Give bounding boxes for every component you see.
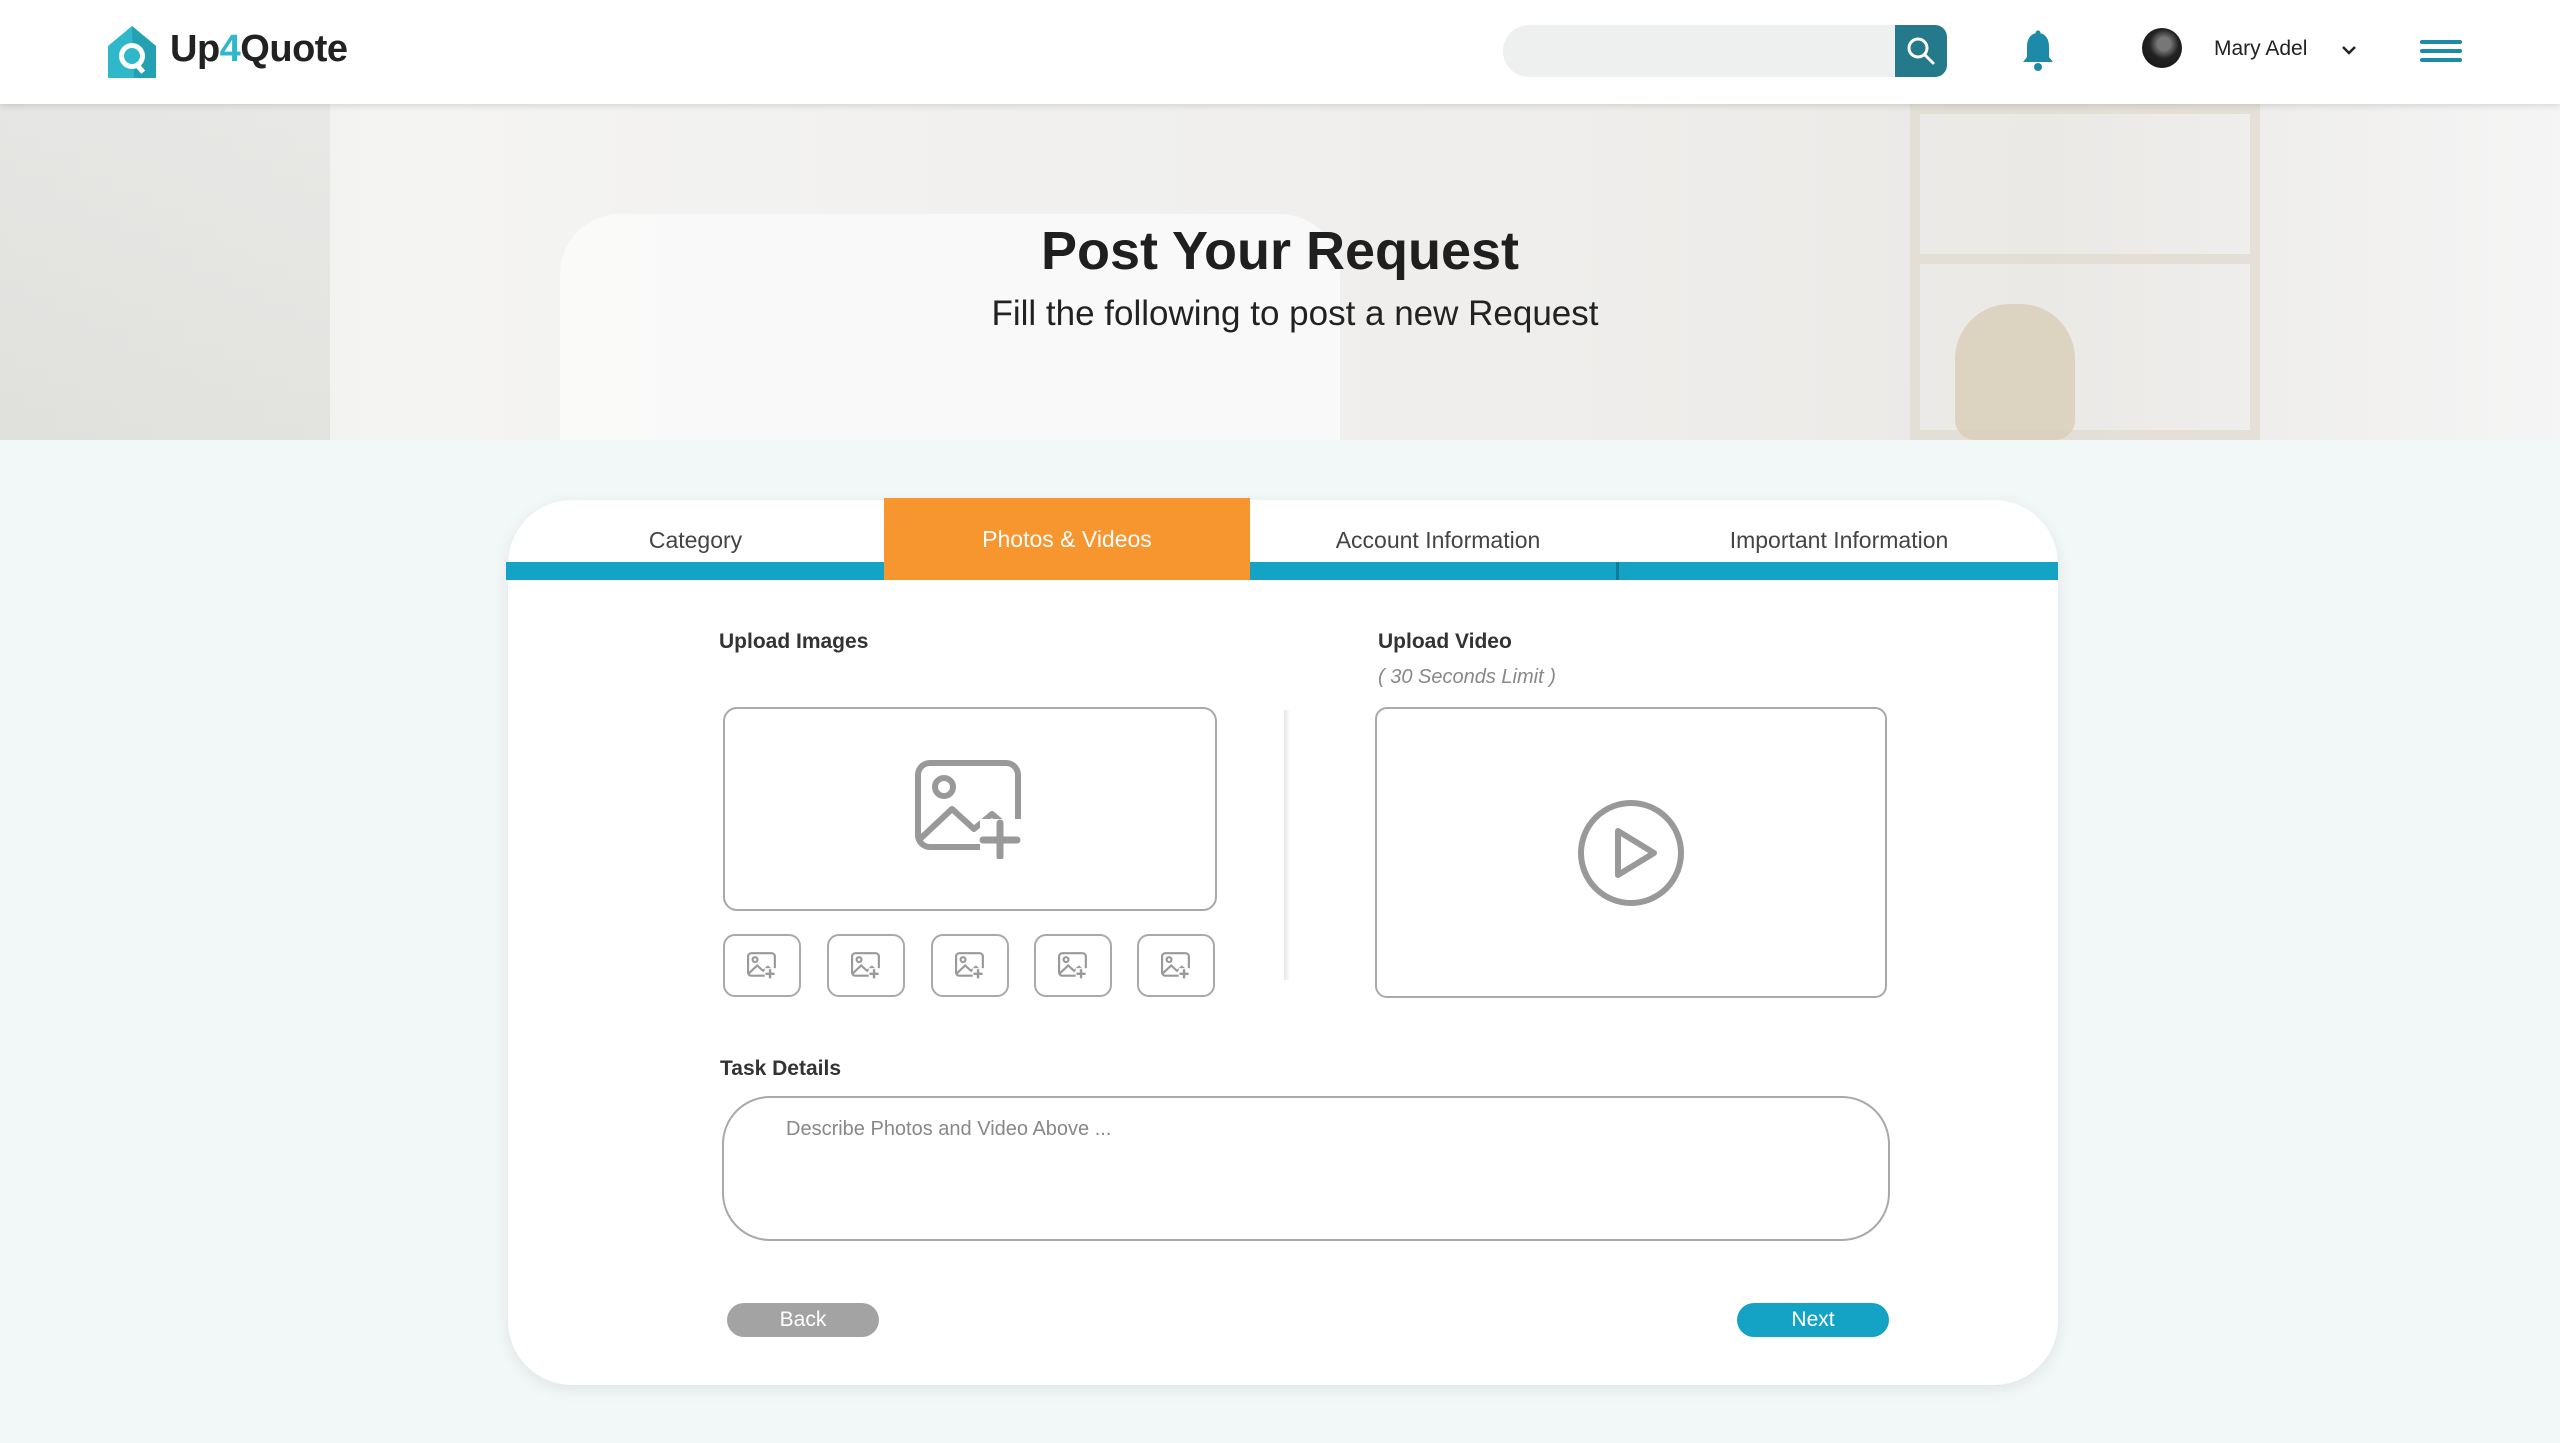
search-button[interactable] [1895,25,1947,77]
image-add-icon [915,760,1026,859]
upload-images-label: Upload Images [719,630,869,653]
search-bar [1503,25,1947,77]
tab-account-information[interactable]: Account Information [1250,500,1626,580]
video-limit-hint: ( 30 Seconds Limit ) [1378,666,1556,688]
hero-banner: Post Your Request Fill the following to … [0,104,2560,440]
image-add-icon [851,952,881,979]
page-title: Post Your Request [1040,221,1520,281]
image-add-icon [1161,952,1191,979]
column-divider [1284,710,1290,980]
request-form-card: Category Photos & Videos Account Informa… [506,498,2058,1385]
page-subtitle: Fill the following to post a new Request [991,294,1599,333]
search-input[interactable] [1503,25,1895,77]
image-thumb-slot[interactable] [1137,934,1215,997]
tab-photos-videos[interactable]: Photos & Videos [884,498,1250,580]
logo-text: Up4Quote [170,28,348,70]
image-thumb-slot[interactable] [931,934,1009,997]
image-add-icon [955,952,985,979]
image-add-icon [747,952,777,979]
task-details-input[interactable] [722,1096,1890,1241]
tab-category[interactable]: Category [508,500,883,580]
back-button[interactable]: Back [727,1303,879,1337]
wizard-tabs: Category Photos & Videos Account Informa… [506,498,2058,580]
logo[interactable]: Up4Quote [104,22,364,82]
image-add-icon [1058,952,1088,979]
task-details-label: Task Details [720,1057,842,1080]
next-button[interactable]: Next [1737,1303,1889,1337]
chevron-down-icon[interactable] [2340,44,2358,56]
avatar[interactable] [2142,28,2182,68]
upload-video-dropzone[interactable] [1375,707,1887,998]
hamburger-menu-icon[interactable] [2420,40,2462,64]
search-icon [1907,37,1935,65]
image-thumb-slot[interactable] [1034,934,1112,997]
upload-image-dropzone[interactable] [723,707,1217,911]
image-thumb-slot[interactable] [723,934,801,997]
logo-house-icon [108,26,156,78]
play-icon [1578,799,1684,906]
top-navbar: Up4Quote Mary Adel [0,0,2560,104]
user-name[interactable]: Mary Adel [2214,37,2307,61]
image-thumb-slot[interactable] [827,934,905,997]
tab-separator [1616,562,1619,580]
bell-icon[interactable] [2020,30,2056,72]
tab-important-information[interactable]: Important Information [1620,500,2058,580]
upload-video-label: Upload Video [1378,630,1512,653]
